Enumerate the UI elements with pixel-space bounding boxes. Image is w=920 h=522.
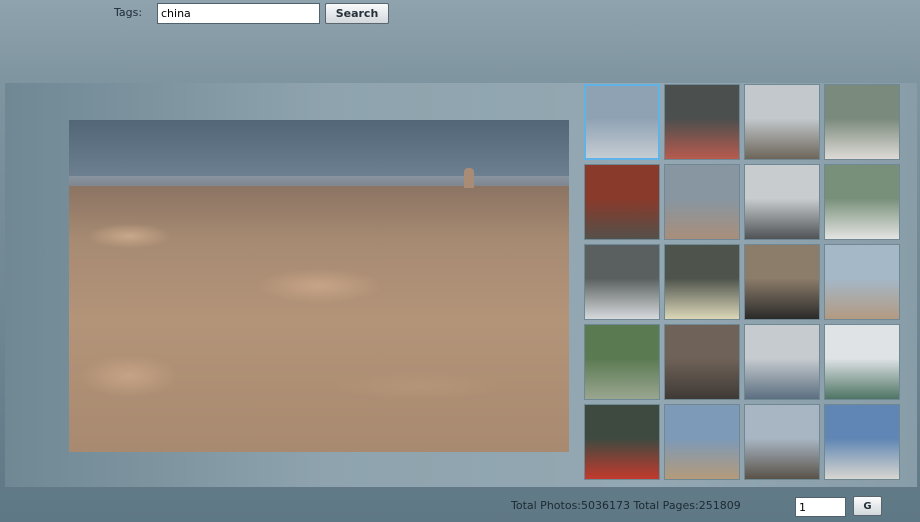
thumbnail-16[interactable] <box>824 324 900 400</box>
thumbnail-10[interactable] <box>664 244 740 320</box>
thumbnail-7[interactable] <box>744 164 820 240</box>
thumbnail-1[interactable] <box>584 84 660 160</box>
total-info: Total Photos:5036173 Total Pages:251809 <box>511 499 741 512</box>
thumbnail-grid <box>584 84 904 484</box>
main-photo <box>69 120 569 452</box>
thumbnail-18[interactable] <box>664 404 740 480</box>
thumbnail-17[interactable] <box>584 404 660 480</box>
go-button[interactable]: G <box>853 496 882 516</box>
thumbnail-11[interactable] <box>744 244 820 320</box>
thumbnail-8[interactable] <box>824 164 900 240</box>
thumbnail-13[interactable] <box>584 324 660 400</box>
thumbnail-6[interactable] <box>664 164 740 240</box>
photo-sky <box>69 120 569 176</box>
search-bar: Tags: Search <box>0 0 920 30</box>
tags-label: Tags: <box>114 6 143 19</box>
thumbnail-3[interactable] <box>744 84 820 160</box>
thumbnail-9[interactable] <box>584 244 660 320</box>
thumbnail-14[interactable] <box>664 324 740 400</box>
page-number-input[interactable] <box>795 497 846 517</box>
photo-ground <box>69 186 569 452</box>
thumbnail-12[interactable] <box>824 244 900 320</box>
thumbnail-4[interactable] <box>824 84 900 160</box>
thumbnail-15[interactable] <box>744 324 820 400</box>
search-button[interactable]: Search <box>325 3 389 24</box>
thumbnail-5[interactable] <box>584 164 660 240</box>
tags-input[interactable] <box>157 3 320 24</box>
photo-ruin-tower <box>464 168 474 188</box>
thumbnail-20[interactable] <box>824 404 900 480</box>
thumbnail-2[interactable] <box>664 84 740 160</box>
thumbnail-19[interactable] <box>744 404 820 480</box>
photo-horizon <box>69 176 569 186</box>
